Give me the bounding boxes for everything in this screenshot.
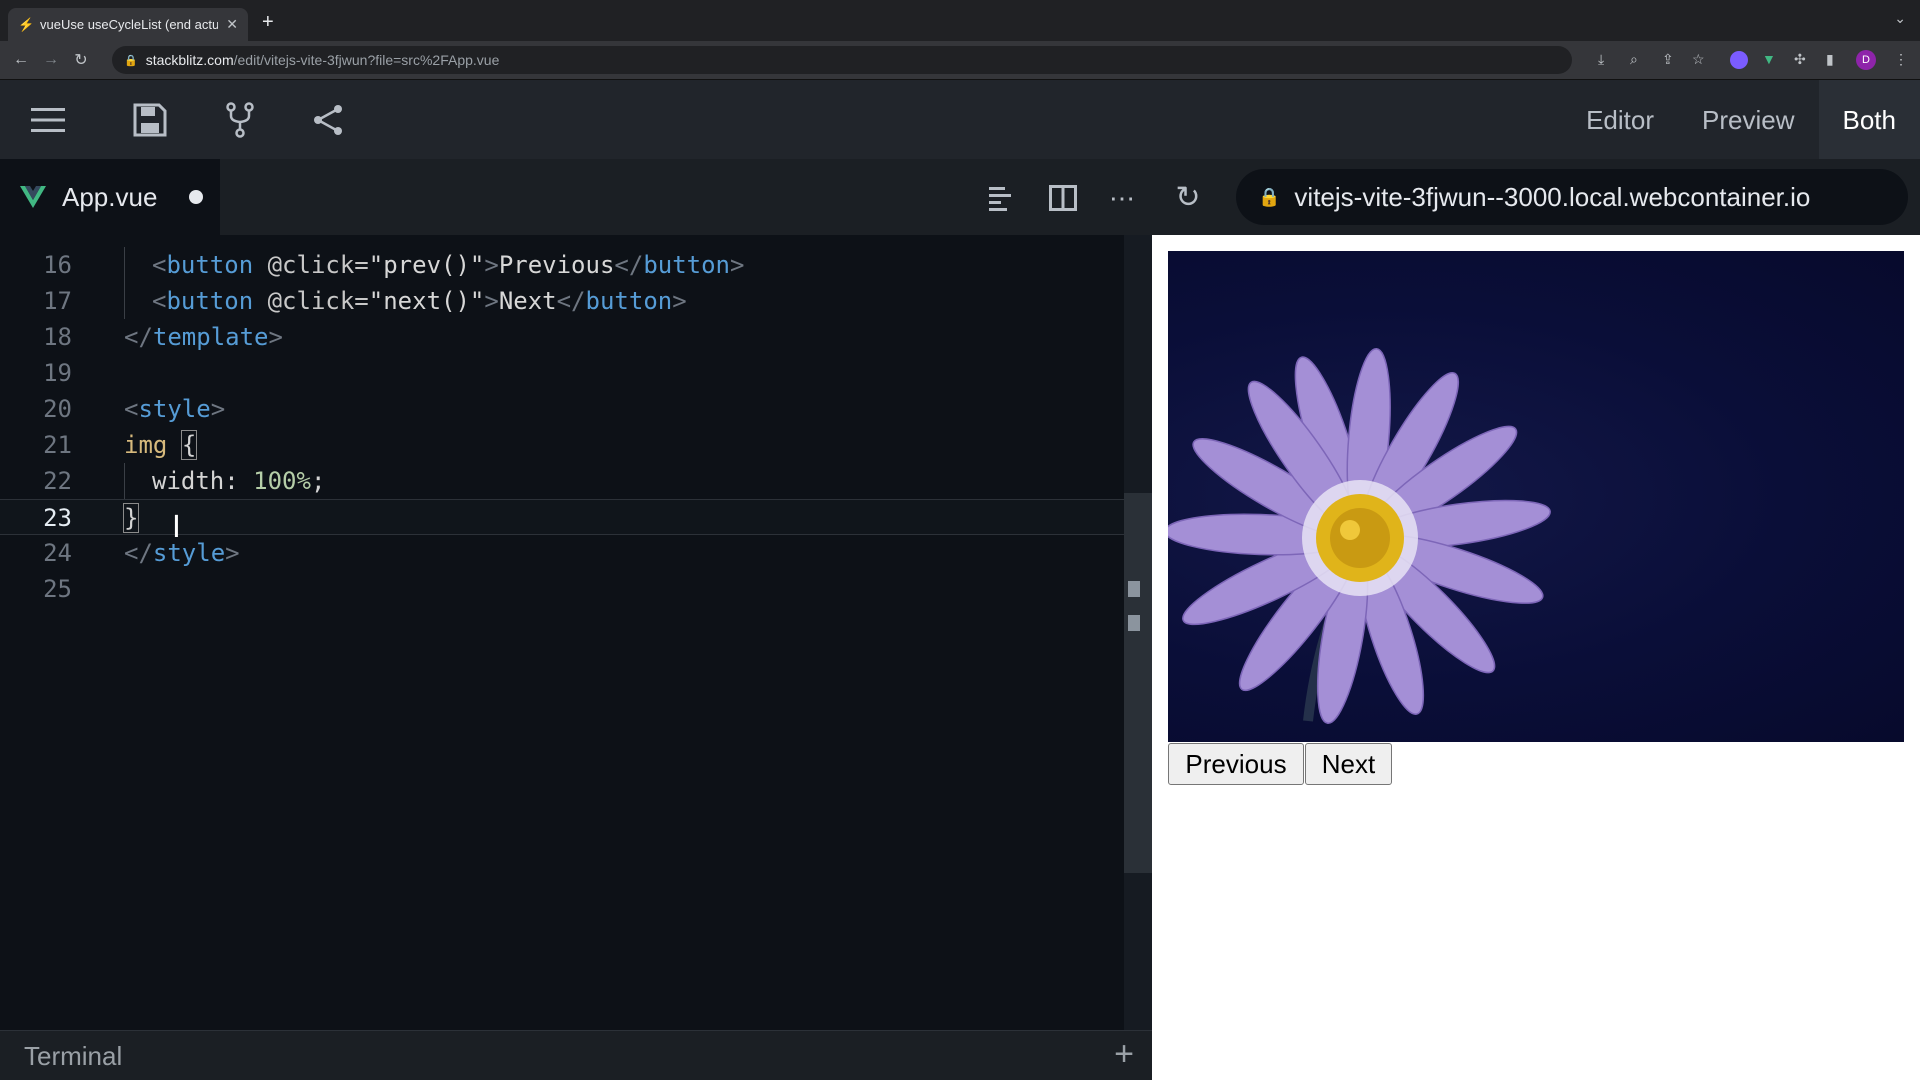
code-line: 19 <box>43 359 72 387</box>
url-host: stackblitz.com <box>145 52 234 68</box>
scrollbar-marker <box>1128 615 1140 631</box>
file-tab-label: App.vue <box>62 181 158 212</box>
reload-icon[interactable]: ↻ <box>66 50 96 70</box>
preview-url-bar[interactable]: 🔒 vitejs-vite-3fjwun--3000.local.webcont… <box>1236 169 1908 225</box>
hamburger-menu-icon[interactable] <box>28 100 68 140</box>
install-app-icon[interactable]: ⤓ <box>1598 51 1604 68</box>
forward-arrow-icon[interactable]: → <box>36 51 66 69</box>
next-button[interactable]: Next <box>1305 743 1392 785</box>
zoom-icon[interactable]: ⌕ <box>1630 51 1638 68</box>
code-editor[interactable]: 16 <button @click="prev()">Previous</but… <box>0 235 1152 1030</box>
share-page-icon[interactable]: ⇪ <box>1662 51 1674 68</box>
browser-tabbar: ⚡ vueUse useCycleList (end actu ✕ + ⌄ <box>0 0 1920 41</box>
mode-preview[interactable]: Preview <box>1678 80 1818 160</box>
close-tab-icon[interactable]: ✕ <box>226 16 238 33</box>
browser-tab[interactable]: ⚡ vueUse useCycleList (end actu ✕ <box>8 8 248 41</box>
preview-pane: Previous Next <box>1152 235 1920 1080</box>
browser-omnibox[interactable]: 🔒 stackblitz.com/edit/vitejs-vite-3fjwun… <box>112 46 1572 74</box>
code-line: 18 </template> <box>43 323 283 351</box>
lock-icon: 🔒 <box>124 54 138 67</box>
view-mode-switcher: Editor Preview Both <box>1562 80 1920 160</box>
flower-image <box>1168 251 1904 742</box>
terminal-panel[interactable]: Terminal + <box>0 1030 1152 1080</box>
file-tab-app-vue[interactable]: App.vue <box>0 159 220 235</box>
new-tab-icon[interactable]: + <box>262 12 274 32</box>
vue-logo-icon <box>20 186 46 208</box>
scrollbar-marker <box>1128 581 1140 597</box>
vue-devtools-icon[interactable]: ▼ <box>1762 51 1776 67</box>
stackblitz-toolbar: Editor Preview Both <box>0 79 1920 160</box>
browser-menu-icon[interactable]: ⋮ <box>1894 51 1908 68</box>
share-icon[interactable] <box>308 100 348 140</box>
more-options-icon[interactable]: ⋯ <box>1105 181 1139 215</box>
stackblitz-bolt-icon: ⚡ <box>18 16 35 32</box>
tab-search-chevron-icon[interactable]: ⌄ <box>1894 10 1906 27</box>
format-code-icon[interactable] <box>984 181 1018 215</box>
url-path: /edit/vitejs-vite-3fjwun?file=src%2FApp.… <box>233 52 500 68</box>
code-line: 17 <button @click="next()">Next</button> <box>0 283 1130 319</box>
extension-icon[interactable] <box>1730 51 1748 69</box>
back-arrow-icon[interactable]: ← <box>6 51 36 69</box>
code-line: 25 <box>43 575 72 603</box>
fork-icon[interactable] <box>220 100 260 140</box>
split-editor-icon[interactable] <box>1046 181 1080 215</box>
save-icon[interactable] <box>130 100 170 140</box>
preview-toolbar: ↻ 🔒 vitejs-vite-3fjwun--3000.local.webco… <box>1152 159 1920 235</box>
add-terminal-icon[interactable]: + <box>1114 1035 1134 1074</box>
code-line: 22 width: 100%; <box>0 463 1130 499</box>
side-panel-icon[interactable]: ▮ <box>1826 51 1834 68</box>
browser-address-row: ← → ↻ 🔒 stackblitz.com/edit/vitejs-vite-… <box>0 41 1920 79</box>
code-line: 20 <style> <box>43 395 226 423</box>
preview-reload-icon[interactable]: ↻ <box>1168 177 1208 217</box>
editor-scrollbar-thumb[interactable] <box>1124 493 1152 873</box>
preview-url: vitejs-vite-3fjwun--3000.local.webcontai… <box>1294 181 1811 212</box>
extensions-puzzle-icon[interactable]: ✣ <box>1794 51 1806 68</box>
code-line: 21 img { <box>43 430 198 460</box>
mode-editor[interactable]: Editor <box>1562 80 1678 160</box>
code-line: 24 </style> <box>43 539 240 567</box>
bookmark-star-icon[interactable]: ☆ <box>1692 51 1705 68</box>
unsaved-dot-icon[interactable] <box>189 190 204 204</box>
profile-avatar-icon[interactable]: D <box>1856 50 1876 70</box>
previous-button[interactable]: Previous <box>1168 743 1304 785</box>
browser-tab-title: vueUse useCycleList (end actu <box>40 17 219 32</box>
editor-tab-row: App.vue ⋯ <box>0 159 1152 235</box>
lock-icon: 🔒 <box>1258 186 1281 207</box>
mode-both[interactable]: Both <box>1818 80 1920 160</box>
code-line: 16 <button @click="prev()">Previous</but… <box>0 247 1130 283</box>
code-line-current: 23 } <box>0 499 1130 535</box>
terminal-label: Terminal <box>24 1041 123 1071</box>
text-cursor-icon: I <box>172 510 181 545</box>
